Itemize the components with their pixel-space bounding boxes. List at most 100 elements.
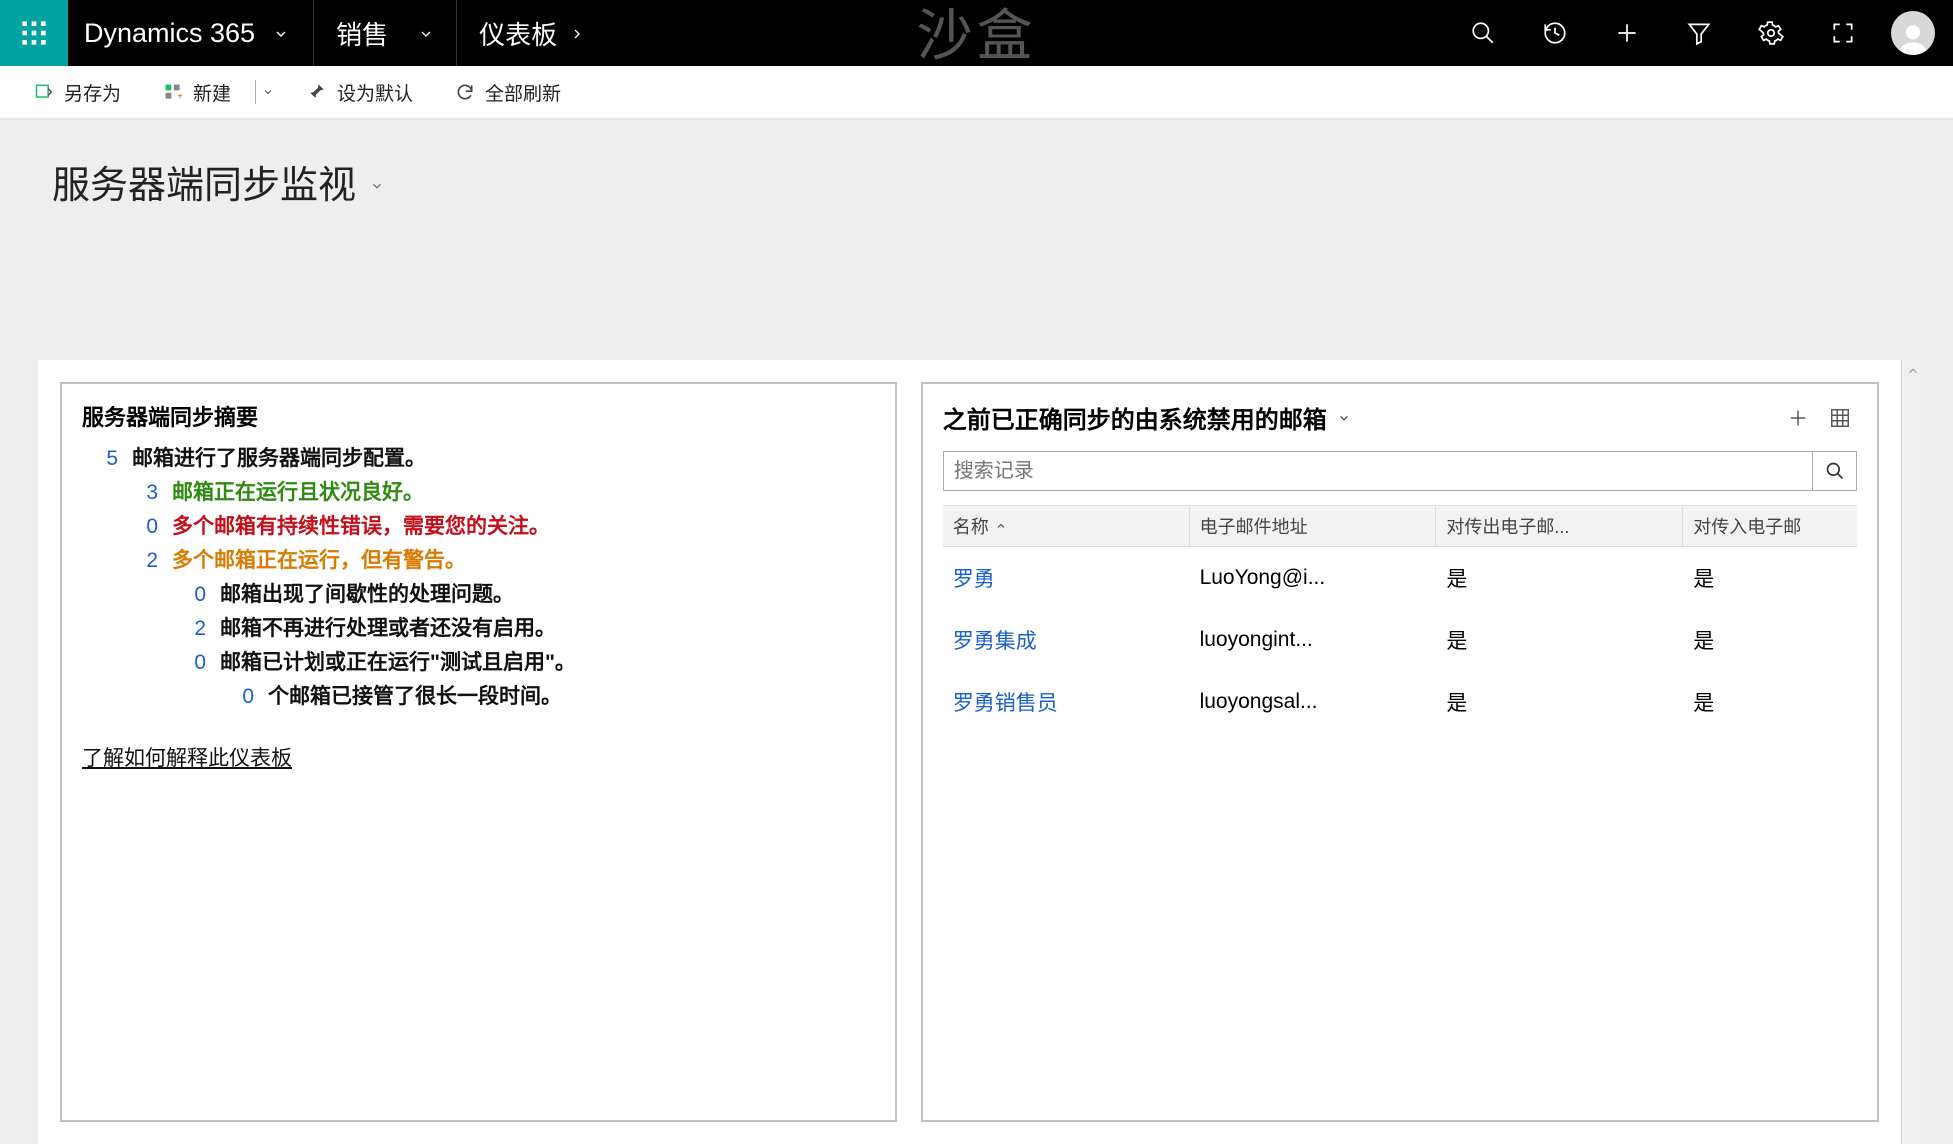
set-default-button[interactable]: 设为默认	[293, 73, 427, 112]
fullscreen-button[interactable]	[1807, 0, 1879, 66]
col-email-label: 电子邮件地址	[1200, 513, 1308, 539]
settings-button[interactable]	[1735, 0, 1807, 66]
cell-incoming: 是	[1683, 547, 1857, 609]
waffle-icon	[20, 19, 48, 47]
recent-button[interactable]	[1519, 0, 1591, 66]
grid-icon	[1829, 407, 1851, 429]
person-icon	[1896, 21, 1930, 55]
table-row[interactable]: 罗勇销售员luoyongsal...是是	[943, 671, 1857, 733]
new-button[interactable]: + 新建	[149, 73, 245, 112]
cell-name[interactable]: 罗勇	[943, 547, 1190, 609]
save-as-button[interactable]: 另存为	[20, 73, 135, 112]
new-label: 新建	[193, 79, 231, 106]
chevron-down-icon	[418, 18, 434, 49]
col-name[interactable]: 名称	[943, 506, 1190, 546]
panel-add-button[interactable]	[1781, 403, 1815, 433]
nav-area[interactable]: 销售	[313, 0, 456, 66]
summary-l3-count: 0	[218, 685, 254, 709]
nav-subarea[interactable]: 仪表板	[456, 0, 607, 66]
refresh-icon	[455, 82, 475, 102]
summary-level1: 3 邮箱正在运行且状况良好。	[82, 476, 875, 506]
add-button[interactable]	[1591, 0, 1663, 66]
panel-grid-button[interactable]	[1823, 403, 1857, 433]
refresh-all-label: 全部刷新	[485, 79, 561, 106]
summary-l1-text: 多个邮箱正在运行，但有警告。	[172, 544, 466, 574]
cell-name[interactable]: 罗勇集成	[943, 609, 1190, 671]
summary-l2-count: 2	[170, 617, 206, 641]
save-as-icon	[34, 82, 54, 102]
dashboard-area: 服务器端同步摘要 5 邮箱进行了服务器端同步配置。 3 邮箱正在运行且状况良好。 0…	[0, 360, 1953, 1144]
search-icon	[1825, 461, 1845, 481]
sync-summary-panel: 服务器端同步摘要 5 邮箱进行了服务器端同步配置。 3 邮箱正在运行且状况良好。 0…	[60, 382, 897, 1122]
sandbox-watermark: 沙盒	[917, 0, 1037, 72]
save-as-label: 另存为	[64, 79, 121, 106]
cell-email: LuoYong@i...	[1190, 547, 1437, 609]
disabled-mailboxes-panel: 之前已正确同步的由系统禁用的邮箱	[921, 382, 1879, 1122]
app-launcher-button[interactable]	[0, 0, 68, 66]
cell-name[interactable]: 罗勇销售员	[943, 671, 1190, 733]
vertical-scrollbar[interactable]	[1901, 360, 1923, 1144]
filter-button[interactable]	[1663, 0, 1735, 66]
col-email[interactable]: 电子邮件地址	[1190, 506, 1437, 546]
chevron-right-icon	[569, 18, 585, 49]
summary-root-text: 邮箱进行了服务器端同步配置。	[132, 442, 426, 472]
user-avatar[interactable]	[1891, 11, 1935, 55]
summary-l1-count: 2	[122, 549, 158, 573]
cell-email: luoyongsal...	[1190, 671, 1437, 733]
summary-level2: 0邮箱出现了间歇性的处理问题。	[82, 578, 875, 608]
top-nav-bar: Dynamics 365 销售 仪表板 沙盒	[0, 0, 1953, 66]
cell-outgoing: 是	[1436, 671, 1683, 733]
col-name-label: 名称	[953, 513, 989, 539]
summary-l2-count: 0	[170, 651, 206, 675]
col-incoming-label: 对传入电子邮	[1693, 513, 1801, 539]
search-records-box	[943, 451, 1857, 491]
search-go-button[interactable]	[1812, 452, 1856, 490]
learn-dashboard-link[interactable]: 了解如何解释此仪表板	[82, 742, 292, 772]
chevron-down-icon	[273, 18, 289, 49]
grid-header: 名称 电子邮件地址 对传出电子邮... 对传入电子邮	[943, 505, 1857, 547]
scroll-up-icon	[1906, 364, 1920, 378]
new-split-button[interactable]	[255, 80, 279, 104]
summary-l1-count: 3	[122, 481, 158, 505]
page-header: 服务器端同步监视	[0, 120, 1953, 360]
summary-root-count: 5	[82, 447, 118, 471]
col-outgoing-label: 对传出电子邮...	[1446, 513, 1569, 539]
table-row[interactable]: 罗勇集成luoyongint...是是	[943, 609, 1857, 671]
col-outgoing[interactable]: 对传出电子邮...	[1436, 506, 1683, 546]
expand-icon	[1830, 20, 1856, 46]
history-icon	[1542, 20, 1568, 46]
caret-down-icon	[262, 86, 274, 98]
dashboard-selector[interactable]: 服务器端同步监视	[52, 154, 1953, 209]
brand-title[interactable]: Dynamics 365	[68, 0, 313, 66]
panel-view-selector[interactable]: 之前已正确同步的由系统禁用的邮箱	[943, 400, 1351, 435]
summary-l1-text: 邮箱正在运行且状况良好。	[172, 476, 424, 506]
summary-l2-text: 邮箱已计划或正在运行"测试且启用"。	[220, 646, 576, 676]
dashboard-wrapper: 服务器端同步摘要 5 邮箱进行了服务器端同步配置。 3 邮箱正在运行且状况良好。 0…	[38, 360, 1901, 1144]
summary-level1: 2 多个邮箱正在运行，但有警告。	[82, 544, 875, 574]
pin-icon	[307, 82, 327, 102]
search-records-input[interactable]	[944, 452, 1812, 490]
caret-down-icon	[370, 160, 384, 203]
grid-body: 罗勇LuoYong@i...是是罗勇集成luoyongint...是是罗勇销售员…	[943, 547, 1857, 733]
search-button[interactable]	[1447, 0, 1519, 66]
summary-l2-text: 邮箱不再进行处理或者还没有启用。	[220, 612, 556, 642]
summary-level3: 0 个邮箱已接管了很长一段时间。	[82, 680, 875, 710]
nav-area-label: 销售	[336, 15, 388, 52]
sort-asc-icon	[995, 516, 1007, 537]
table-row[interactable]: 罗勇LuoYong@i...是是	[943, 547, 1857, 609]
caret-down-icon	[1337, 404, 1351, 432]
cell-outgoing: 是	[1436, 547, 1683, 609]
summary-level2: 0 邮箱已计划或正在运行"测试且启用"。	[82, 646, 875, 676]
set-default-label: 设为默认	[337, 79, 413, 106]
summary-l3-text: 个邮箱已接管了很长一段时间。	[268, 680, 562, 710]
summary-l2-count: 0	[170, 583, 206, 607]
col-incoming[interactable]: 对传入电子邮	[1683, 506, 1857, 546]
topbar-right	[1447, 0, 1953, 66]
search-icon	[1470, 20, 1496, 46]
command-bar: 另存为 + 新建 设为默认 全部刷新	[0, 66, 1953, 120]
refresh-all-button[interactable]: 全部刷新	[441, 73, 575, 112]
sync-summary-title: 服务器端同步摘要	[82, 400, 875, 432]
panel-head: 之前已正确同步的由系统禁用的邮箱	[943, 400, 1857, 435]
cell-incoming: 是	[1683, 609, 1857, 671]
funnel-icon	[1686, 20, 1712, 46]
